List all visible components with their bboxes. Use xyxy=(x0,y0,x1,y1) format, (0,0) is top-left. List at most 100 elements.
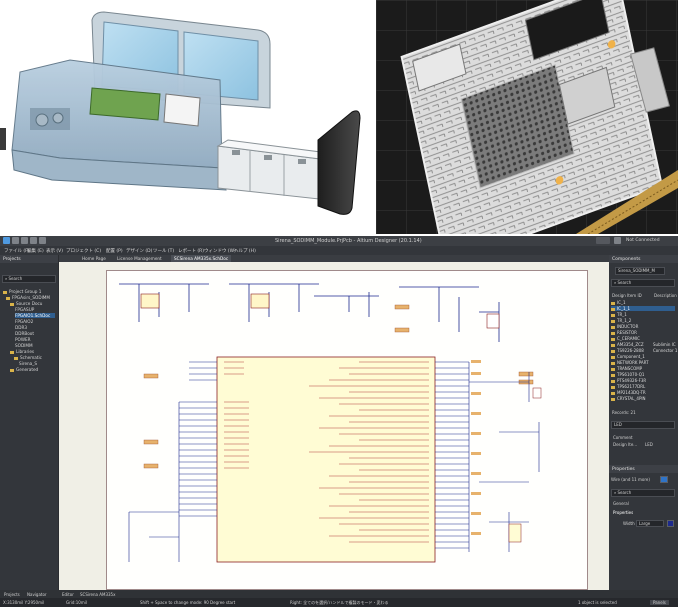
properties-panel: Properties Wire (and 11 more) ⌕ Search G… xyxy=(609,465,678,590)
tab-document[interactable]: SCSirena AM335x xyxy=(80,592,115,597)
component-item[interactable]: NETWORK PART xyxy=(611,360,649,365)
tree-item-doc[interactable]: POWER xyxy=(15,337,31,342)
records-count: Records: 21 xyxy=(612,410,636,415)
status-selected: 1 object is selected xyxy=(578,600,617,605)
component-item[interactable]: CRYSTAL_4PIN xyxy=(611,396,646,401)
components-search-placeholder: Search xyxy=(617,280,632,285)
status-hint-left: Shift + Space to change mode: 90 Degree … xyxy=(140,600,236,605)
width-select[interactable]: Large xyxy=(636,520,664,527)
redo-icon[interactable] xyxy=(39,237,46,244)
tree-item-doc-selected[interactable]: FPGAIO1.SchDoc xyxy=(15,313,55,318)
component-item[interactable]: C_CERAMIC xyxy=(611,336,640,341)
column-description[interactable]: Description xyxy=(654,293,677,298)
component-item[interactable]: INDUCTOR xyxy=(611,324,638,329)
bottom-tab-bar: Projects Navigator Editor SCSirena AM335… xyxy=(0,590,678,598)
library-selector[interactable]: Sirena_SODIMM_M xyxy=(615,267,665,275)
component-item[interactable]: Component_1 xyxy=(611,354,645,359)
component-item[interactable]: PTS49326-F3R xyxy=(611,378,646,383)
wire-color-swatch[interactable] xyxy=(667,520,674,527)
component-item[interactable]: TR_1 xyxy=(611,312,627,317)
undo-icon[interactable] xyxy=(30,237,37,244)
menu-bar: ファイル (F) 編集 (E) 表示 (V) プロジェクト (C) 配置 (P)… xyxy=(0,246,678,255)
tab-projects[interactable]: Projects xyxy=(4,592,20,597)
projects-search-placeholder: Search xyxy=(8,276,23,281)
title-bar: Sirena_SODIMM_Module.PrjPcb - Altium Des… xyxy=(0,236,678,246)
design-item-label: Design Ite... xyxy=(613,442,638,447)
projects-panel: Projects ⌕ Search Project Group 1 FPGAsi… xyxy=(0,255,58,590)
component-icon xyxy=(611,331,615,335)
tree-item-project-group[interactable]: Project Group 1 xyxy=(3,289,41,294)
tab-license-management[interactable]: License Management xyxy=(114,255,165,262)
menu-reports[interactable]: レポート (R) xyxy=(178,248,204,254)
tab-editor[interactable]: Editor xyxy=(62,592,74,597)
selection-filter-text: Wire (and 11 more) xyxy=(611,477,650,482)
component-icon xyxy=(611,319,615,323)
component-icon xyxy=(611,373,615,377)
ic-body xyxy=(216,356,436,563)
tree-item-doc[interactable]: FPGASUP xyxy=(15,307,34,312)
filter-icon[interactable] xyxy=(660,476,668,483)
component-item[interactable]: TS9226-2808 Connector 1 xyxy=(611,348,677,353)
folder-icon xyxy=(3,290,7,294)
status-grid: Grid:10mil xyxy=(66,600,87,605)
tree-item-libraries[interactable]: Libraries xyxy=(10,349,34,354)
component-item[interactable]: TPS62177DRL xyxy=(611,384,645,389)
connection-status[interactable]: Not Connected xyxy=(626,238,660,243)
window-title: Sirena_SODIMM_Module.PrjPcb - Altium Des… xyxy=(275,238,422,244)
menu-window[interactable]: ウィンドウ (W) xyxy=(204,248,236,254)
tab-home-page[interactable]: Home Page xyxy=(79,255,109,262)
component-filter-input[interactable]: LED xyxy=(611,421,675,429)
status-hint-mid: Right: 全てのを選択/ハンドルで複製のモード・変わる xyxy=(290,600,389,605)
tab-schematic-doc[interactable]: SCSirena AM335x.SchDoc xyxy=(171,255,232,262)
component-description: Sublimin IC xyxy=(653,342,676,347)
open-icon[interactable] xyxy=(21,237,28,244)
tab-general[interactable]: General xyxy=(613,501,629,506)
menu-project[interactable]: プロジェクト (C) xyxy=(66,248,101,254)
status-bar: X:3130mil Y:2950mil Grid:10mil Shift + S… xyxy=(0,598,678,607)
component-icon xyxy=(611,385,615,389)
menu-edit[interactable]: 編集 (E) xyxy=(27,248,44,254)
component-icon xyxy=(611,397,615,401)
tab-navigator[interactable]: Navigator xyxy=(27,592,47,597)
component-item-selected[interactable]: IC_1_1 xyxy=(611,306,675,311)
tree-item-project[interactable]: FPGAsirs_SODIMM xyxy=(6,295,50,300)
menu-design[interactable]: デザイン (D) xyxy=(126,248,152,254)
components-panel: Components Sirena_SODIMM_M ⌕ Search Desi… xyxy=(609,255,678,465)
save-icon[interactable] xyxy=(12,237,19,244)
component-icon xyxy=(611,307,615,311)
menu-help[interactable]: ヘルプ (H) xyxy=(234,248,256,254)
tree-item-lib-doc[interactable]: Sirena_S xyxy=(19,361,37,366)
component-item[interactable]: MP2143DQ-TR xyxy=(611,390,646,395)
status-coordinates: X:3130mil Y:2950mil xyxy=(3,600,45,605)
component-icon xyxy=(611,325,615,329)
altium-designer-window: Sirena_SODIMM_Module.PrjPcb - Altium Des… xyxy=(0,236,678,607)
search-icon[interactable] xyxy=(596,237,610,244)
component-item[interactable]: RESISTOR xyxy=(611,330,637,335)
properties-search-input[interactable]: ⌕ Search xyxy=(611,489,675,497)
menu-file[interactable]: ファイル (F) xyxy=(4,248,30,254)
component-item[interactable]: TPS61070-Q1 xyxy=(611,372,644,377)
tree-item-doc[interactable]: DDRBoot xyxy=(15,331,34,336)
component-item[interactable]: AM3354_ZCZ Sublimin IC xyxy=(611,342,676,347)
projects-search-input[interactable]: ⌕ Search xyxy=(2,275,56,283)
schematic-sheet[interactable] xyxy=(59,262,609,591)
panels-button[interactable]: Panels xyxy=(650,600,669,605)
tree-item-doc[interactable]: SODIMM xyxy=(15,343,33,348)
component-item[interactable]: IC_1 xyxy=(611,300,626,305)
gear-icon[interactable] xyxy=(614,237,621,244)
section-properties[interactable]: Properties xyxy=(613,510,633,515)
tree-item-doc[interactable]: DDR3 xyxy=(15,325,27,330)
pcb-xray-render xyxy=(376,0,678,234)
component-item[interactable]: TRANSCOMP xyxy=(611,366,642,371)
pcb-xray-drawing xyxy=(376,0,678,234)
tree-item-doc[interactable]: FPGAIO2 xyxy=(15,319,33,324)
component-item[interactable]: TR_1_2 xyxy=(611,318,631,323)
column-design-item-id[interactable]: Design Item ID xyxy=(612,293,642,298)
menu-tools[interactable]: ツール (T) xyxy=(153,248,174,254)
components-search-input[interactable]: ⌕ Search xyxy=(611,279,675,287)
tree-item-schematic-lib[interactable]: Schematic xyxy=(14,355,42,360)
tree-item-source-docs[interactable]: Source Docu xyxy=(10,301,42,306)
tree-item-generated[interactable]: Generated xyxy=(10,367,38,372)
menu-view[interactable]: 表示 (V) xyxy=(46,248,63,254)
menu-place[interactable]: 配置 (P) xyxy=(106,248,123,254)
